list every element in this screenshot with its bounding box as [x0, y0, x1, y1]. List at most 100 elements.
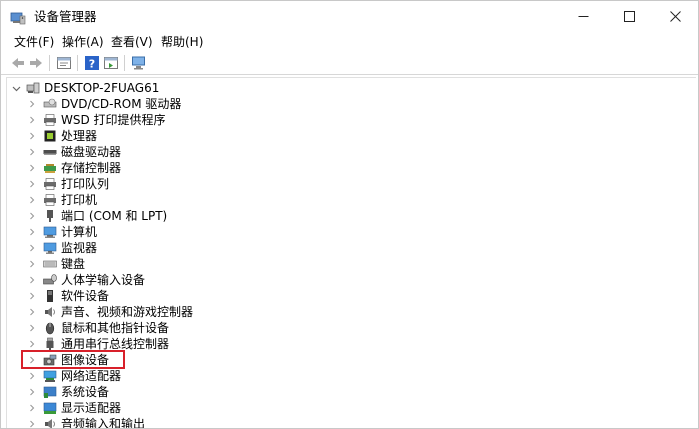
chevron-right-icon[interactable] [27, 355, 37, 365]
processor-icon [44, 130, 56, 142]
tree-item[interactable]: 计算机 [27, 224, 97, 240]
mouse-icon [45, 322, 55, 335]
tree-item[interactable]: 处理器 [27, 128, 97, 144]
tree-item-label: 系统设备 [61, 385, 110, 399]
system-device-icon [43, 386, 57, 398]
chevron-right-icon[interactable] [27, 195, 37, 205]
chevron-right-icon[interactable] [27, 115, 37, 125]
tree-item[interactable]: 通用串行总线控制器 [27, 336, 169, 352]
tree-item[interactable]: DVD/CD-ROM 驱动器 [27, 96, 181, 112]
tree-root-label: DESKTOP-2FUAG61 [44, 81, 160, 95]
chevron-down-icon[interactable] [11, 83, 21, 93]
tree-item[interactable]: 键盘 [27, 256, 85, 272]
hid-icon [43, 274, 57, 285]
port-icon [47, 210, 53, 222]
computer-icon [43, 226, 57, 238]
printer-icon [44, 194, 56, 206]
tree-item[interactable]: 系统设备 [27, 384, 109, 400]
menu-help[interactable]: 帮助(H) [160, 34, 204, 50]
scan-hardware-icon[interactable] [131, 55, 147, 71]
tree-item-label: 软件设备 [61, 289, 110, 303]
tree-item-label: 端口 (COM 和 LPT) [61, 209, 168, 223]
tree-item[interactable]: 图像设备 [27, 352, 109, 368]
toolbar-separator [124, 55, 125, 71]
tree-item-label: DVD/CD-ROM 驱动器 [61, 97, 182, 111]
computer-root-icon [26, 82, 40, 94]
chevron-right-icon[interactable] [27, 323, 37, 333]
tree-item-label: 网络适配器 [61, 369, 122, 383]
chevron-right-icon[interactable] [27, 163, 37, 173]
update-driver-icon[interactable] [103, 55, 119, 71]
printer-icon [44, 114, 56, 126]
forward-arrow-icon[interactable] [28, 55, 44, 71]
window-title: 设备管理器 [34, 9, 97, 24]
tree-item-label: 人体学输入设备 [61, 273, 146, 287]
tree-item[interactable]: 打印队列 [27, 176, 109, 192]
properties-icon[interactable] [56, 55, 72, 71]
chevron-right-icon[interactable] [27, 243, 37, 253]
dvd-drive-icon [43, 98, 57, 108]
chevron-right-icon[interactable] [27, 131, 37, 141]
device-tree[interactable]: DESKTOP-2FUAG61 DVD/CD-ROM 驱动器 WSD 打印提供程序… [6, 77, 696, 428]
sound-icon [45, 307, 55, 317]
toolbar: ? [1, 52, 698, 75]
tree-item-label: 打印队列 [61, 177, 110, 191]
chevron-right-icon[interactable] [27, 339, 37, 349]
tree-item[interactable]: 软件设备 [27, 288, 109, 304]
close-button[interactable] [652, 1, 698, 32]
chevron-right-icon[interactable] [27, 211, 37, 221]
tree-item[interactable]: 存储控制器 [27, 160, 121, 176]
chevron-right-icon[interactable] [27, 275, 37, 285]
chevron-right-icon[interactable] [27, 99, 37, 109]
tree-root[interactable]: DESKTOP-2FUAG61 [11, 80, 159, 96]
tree-item[interactable]: 鼠标和其他指针设备 [27, 320, 169, 336]
minimize-icon [578, 16, 588, 17]
software-device-icon [47, 290, 53, 302]
tree-item-label: 显示适配器 [61, 401, 122, 415]
tree-item[interactable]: 端口 (COM 和 LPT) [27, 208, 167, 224]
title-bar[interactable]: 设备管理器 [1, 1, 698, 32]
menu-action[interactable]: 操作(A) [61, 34, 105, 50]
tree-item-label: 图像设备 [61, 353, 110, 367]
tree-item-label: 打印机 [61, 193, 98, 207]
menu-file[interactable]: 文件(F) [13, 34, 55, 50]
network-adapter-icon [43, 370, 57, 382]
svg-text:?: ? [89, 58, 95, 71]
monitor-icon [43, 242, 57, 254]
audio-io-icon [45, 419, 55, 428]
device-manager-window: 设备管理器 文件(F) 操作(A) 查看(V) 帮助(H) ? DESKTOP-… [0, 0, 699, 429]
chevron-right-icon[interactable] [27, 147, 37, 157]
tree-item[interactable]: 音频输入和输出 [27, 416, 145, 428]
tree-item-label: 处理器 [61, 129, 98, 143]
tree-item-label: 磁盘驱动器 [61, 145, 122, 159]
maximize-button[interactable] [606, 1, 652, 32]
tree-item[interactable]: 显示适配器 [27, 400, 121, 416]
tree-item[interactable]: 网络适配器 [27, 368, 121, 384]
chevron-right-icon[interactable] [27, 387, 37, 397]
keyboard-icon [43, 260, 57, 268]
chevron-right-icon[interactable] [27, 227, 37, 237]
close-icon [669, 11, 681, 22]
help-icon[interactable]: ? [84, 55, 100, 71]
back-arrow-icon[interactable] [10, 55, 26, 71]
menu-view[interactable]: 查看(V) [110, 34, 154, 50]
display-adapter-icon [43, 402, 57, 414]
tree-item-label: 通用串行总线控制器 [61, 337, 170, 351]
chevron-right-icon[interactable] [27, 307, 37, 317]
tree-item[interactable]: WSD 打印提供程序 [27, 112, 166, 128]
chevron-right-icon[interactable] [27, 403, 37, 413]
minimize-button[interactable] [560, 1, 606, 32]
chevron-right-icon[interactable] [27, 179, 37, 189]
tree-item-label: 监视器 [61, 241, 98, 255]
tree-item[interactable]: 打印机 [27, 192, 97, 208]
chevron-right-icon[interactable] [27, 371, 37, 381]
chevron-right-icon[interactable] [27, 419, 37, 428]
tree-item[interactable]: 监视器 [27, 240, 97, 256]
tree-item[interactable]: 人体学输入设备 [27, 272, 145, 288]
tree-item-label: 键盘 [61, 257, 86, 271]
storage-controller-icon [44, 164, 56, 173]
tree-item[interactable]: 声音、视频和游戏控制器 [27, 304, 193, 320]
chevron-right-icon[interactable] [27, 291, 37, 301]
chevron-right-icon[interactable] [27, 259, 37, 269]
tree-item[interactable]: 磁盘驱动器 [27, 144, 121, 160]
